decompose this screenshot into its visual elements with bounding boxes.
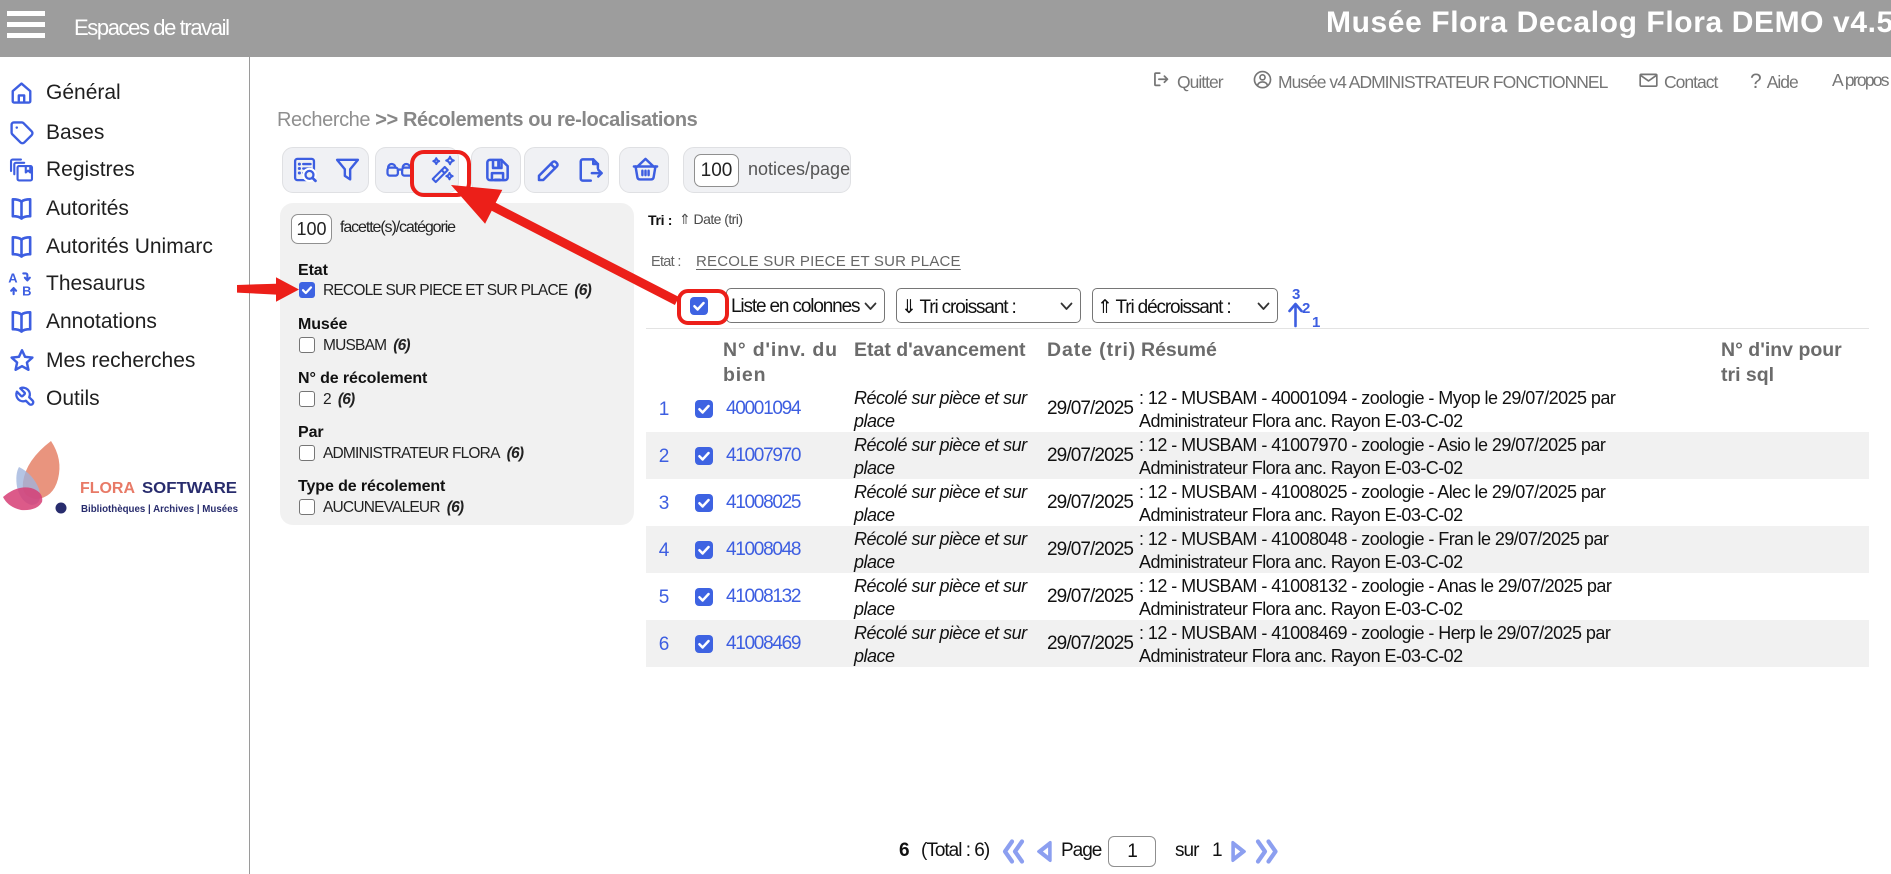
svg-text:3: 3 (1292, 286, 1300, 303)
svg-text:A: A (8, 270, 17, 285)
svg-text:SOFTWARE: SOFTWARE (142, 480, 237, 497)
svg-text:2: 2 (1302, 300, 1310, 317)
svg-text:B: B (22, 283, 31, 297)
svg-text:FLORA: FLORA (80, 480, 135, 497)
svg-text:Bibliothèques | Archives | Mus: Bibliothèques | Archives | Musées (81, 503, 238, 515)
